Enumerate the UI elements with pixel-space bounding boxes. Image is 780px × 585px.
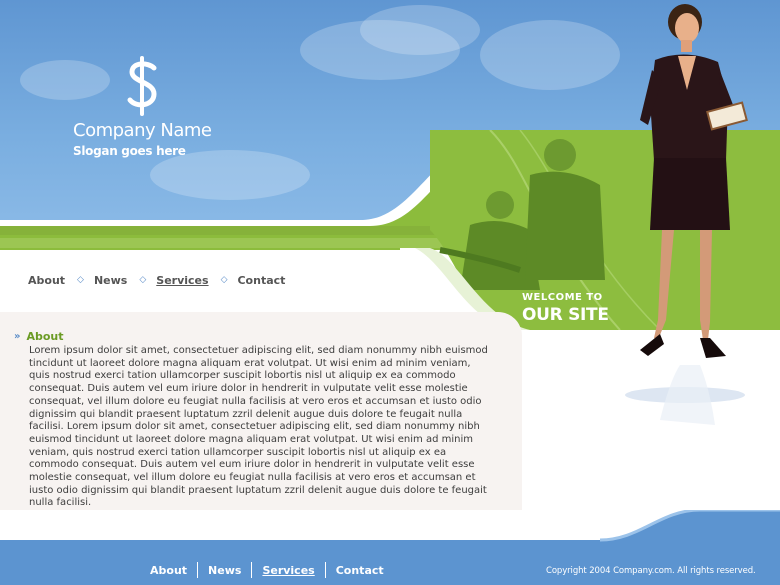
- diamond-icon: ◇: [77, 275, 84, 285]
- diamond-icon: ◇: [139, 275, 147, 285]
- cloud: [20, 60, 110, 100]
- footer-link-services[interactable]: Services: [252, 564, 324, 577]
- top-navigation: About ◇ News ◇ Services ◇ Contact: [28, 271, 285, 289]
- welcome-title: OUR SITE: [522, 305, 609, 325]
- company-logo[interactable]: [120, 56, 166, 118]
- footer-link-news[interactable]: News: [198, 564, 251, 577]
- company-name: Company Name: [73, 120, 212, 141]
- copyright-text: Copyright 2004 Company.com. All rights r…: [546, 566, 756, 576]
- footer-navigation: About News Services Contact: [140, 562, 394, 578]
- section-heading-text: About: [26, 330, 64, 343]
- nav-link-about[interactable]: About: [28, 274, 65, 287]
- green-stripe: [0, 238, 470, 248]
- body-text: Lorem ipsum dolor sit amet, consectetuer…: [29, 345, 488, 509]
- diamond-icon: ◇: [220, 275, 228, 285]
- nav-link-services[interactable]: Services: [156, 274, 208, 287]
- section-heading: » About: [14, 330, 64, 343]
- cloud: [480, 20, 620, 90]
- footer-link-about[interactable]: About: [140, 564, 197, 577]
- dollar-s-logo-icon: [127, 56, 157, 116]
- green-stripe: [0, 226, 470, 235]
- slogan: Slogan goes here: [73, 144, 186, 158]
- nav-link-contact[interactable]: Contact: [237, 274, 285, 287]
- footer-link-contact[interactable]: Contact: [326, 564, 394, 577]
- cloud: [360, 5, 480, 55]
- nav-link-news[interactable]: News: [94, 274, 127, 287]
- welcome-label: WELCOME TO: [522, 292, 603, 303]
- businesswoman-image: [625, 4, 748, 425]
- double-chevron-right-icon: »: [14, 331, 21, 342]
